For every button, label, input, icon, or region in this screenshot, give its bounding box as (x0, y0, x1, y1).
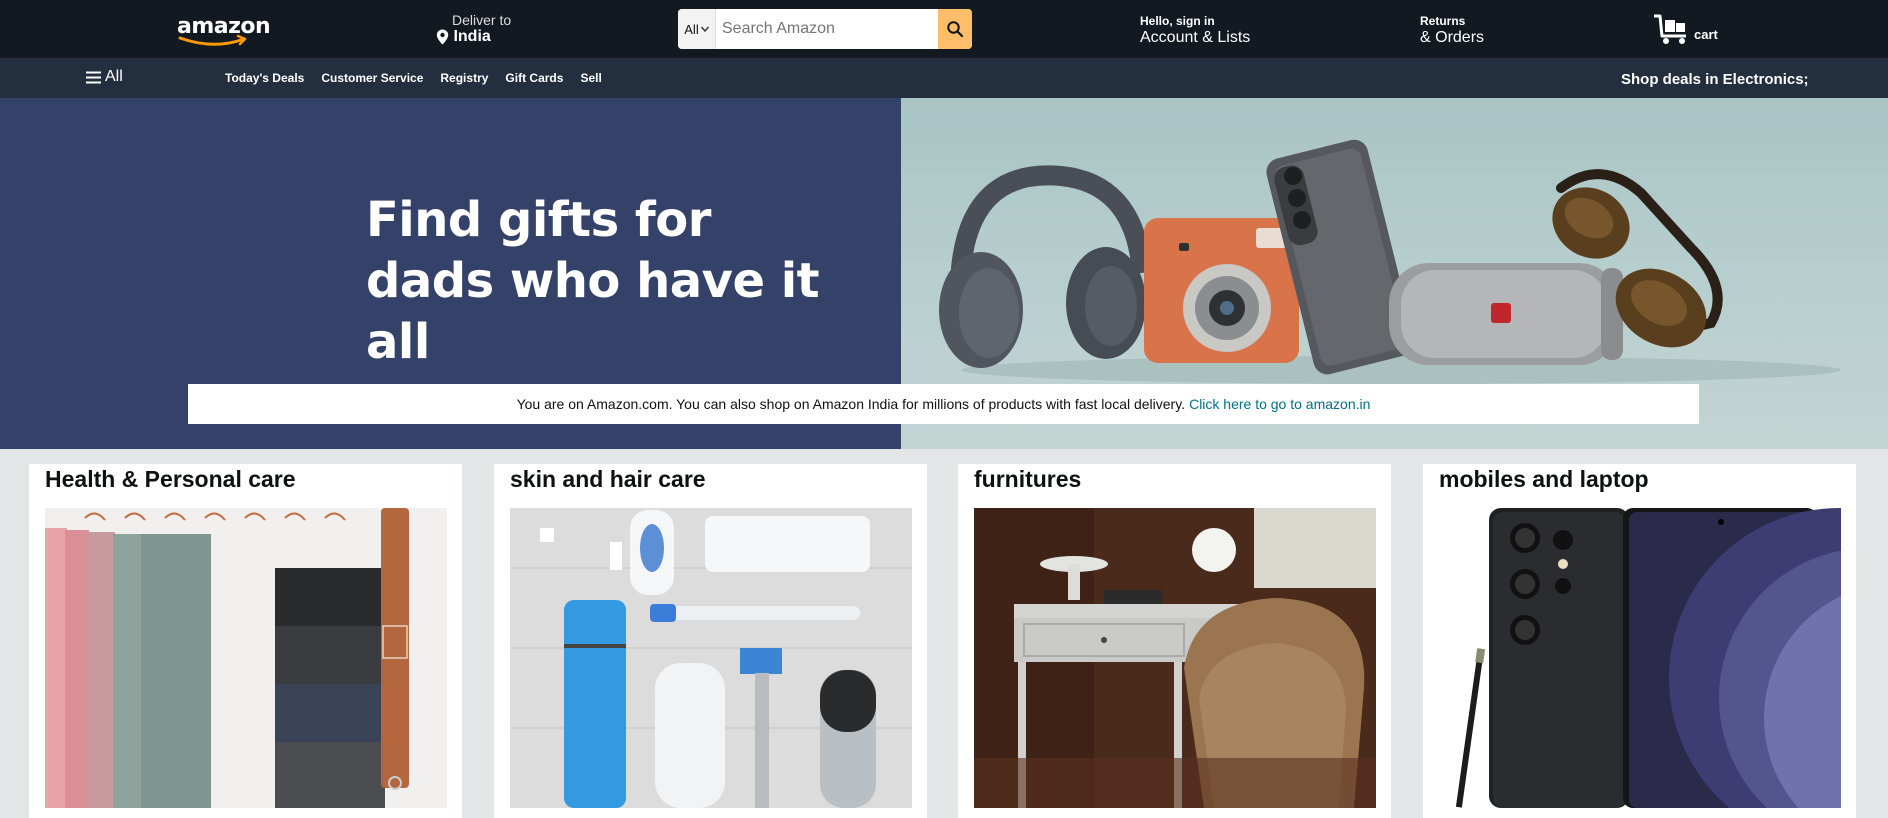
returns-label: Returns (1420, 14, 1466, 28)
subnav-item-sell[interactable]: Sell (580, 71, 601, 85)
hero-banner[interactable]: Find gifts for dads who have it all You … (0, 98, 1888, 449)
subnav-item-customer-service[interactable]: Customer Service (321, 71, 423, 85)
secondary-navbar: All Today's Deals Customer Service Regis… (0, 58, 1888, 98)
orders-label: & Orders (1420, 29, 1485, 46)
logo-smile-icon (178, 34, 247, 46)
search-bar: All (678, 9, 972, 49)
account-label: Account & Lists (1140, 29, 1251, 46)
category-card-furnitures[interactable]: furnitures (958, 464, 1391, 818)
deliver-to-label: Deliver to (452, 12, 512, 28)
cart-icon (1654, 14, 1686, 44)
category-card-skin-hair-care[interactable]: skin and hair care (494, 464, 927, 818)
amazon-logo[interactable]: amazon (174, 10, 271, 46)
category-card-health-personal-care[interactable]: Health & Personal care (29, 464, 462, 818)
smartphone-image (1439, 508, 1841, 808)
card-image-skin-hair[interactable] (510, 508, 912, 808)
hero-headline: Find gifts for dads who have it all (366, 190, 886, 373)
card-title: skin and hair care (510, 466, 706, 492)
card-image-furnitures[interactable] (974, 508, 1376, 808)
hero-headline-line2: dads who have it all (366, 253, 820, 370)
instant-camera-icon (1144, 218, 1299, 363)
account-greeting: Hello, sign in (1140, 14, 1215, 28)
amazon-india-link[interactable]: Click here to go to amazon.in (1189, 396, 1370, 412)
category-card-mobiles-laptop[interactable]: mobiles and laptop (1423, 464, 1856, 818)
card-image-mobiles[interactable] (1439, 508, 1841, 808)
all-menu-button[interactable]: All (86, 68, 123, 86)
search-button[interactable] (938, 9, 972, 49)
notice-text: You are on Amazon.com. You can also shop… (516, 396, 1186, 412)
hero-headline-line1: Find gifts for (366, 192, 711, 248)
deliver-to-location: India (453, 28, 491, 45)
toiletries-image (510, 508, 912, 808)
electronics-promo-link[interactable]: Shop deals in Electronics; (1621, 71, 1809, 88)
scarf-hanger-image (45, 508, 447, 808)
headphones-icon (939, 165, 1151, 368)
returns-orders-link[interactable]: Returns & Orders (1420, 14, 1484, 48)
card-title: mobiles and laptop (1439, 466, 1649, 492)
bluetooth-speaker-icon (1389, 263, 1623, 365)
subnav-item-gift-cards[interactable]: Gift Cards (505, 71, 563, 85)
subnav-links: Today's Deals Customer Service Registry … (225, 71, 619, 85)
hamburger-menu-icon (86, 71, 101, 83)
subnav-item-todays-deals[interactable]: Today's Deals (225, 71, 304, 85)
search-input[interactable] (716, 9, 916, 49)
amazon-india-notice: You are on Amazon.com. You can also shop… (188, 384, 1699, 424)
search-category-label: All (684, 21, 699, 37)
top-navbar: amazon Deliver to India All H (0, 0, 1888, 58)
card-title: furnitures (974, 466, 1082, 492)
cart-link[interactable]: cart (1652, 12, 1718, 46)
account-lists-link[interactable]: Hello, sign in Account & Lists (1140, 14, 1250, 48)
card-image-health[interactable] (45, 508, 447, 808)
subnav-item-registry[interactable]: Registry (440, 71, 488, 85)
cart-label: cart (1694, 27, 1718, 42)
desk-chair-image (974, 508, 1376, 808)
search-category-select[interactable]: All (678, 9, 716, 49)
chevron-down-icon (700, 26, 709, 32)
search-icon (947, 21, 964, 38)
location-pin-icon (436, 29, 449, 45)
all-menu-label: All (105, 68, 123, 85)
card-title: Health & Personal care (45, 466, 296, 492)
